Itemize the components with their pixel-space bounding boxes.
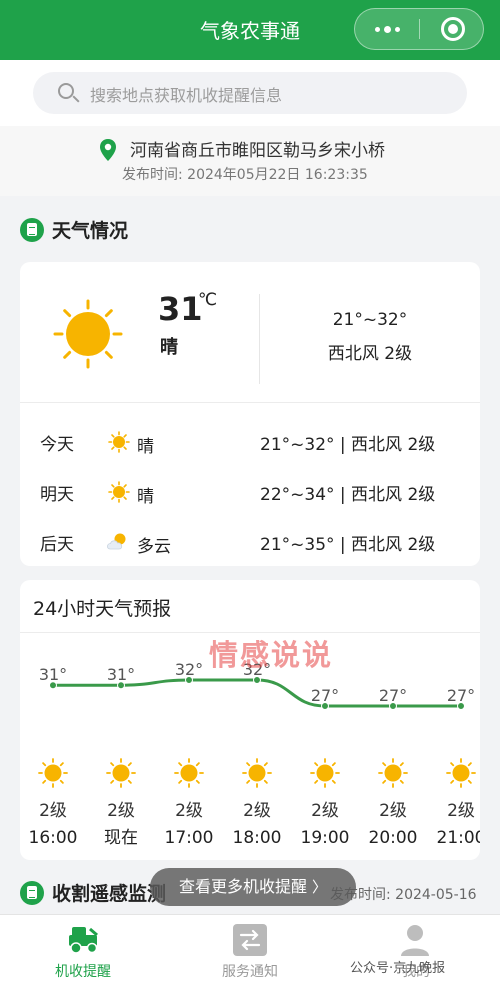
document-icon — [20, 880, 44, 905]
day-summary: 21°~32° | 西北风 2级 — [260, 435, 436, 455]
hourly-forecast-chart: 31°2级16:0031°2级现在32°2级17:0032°2级18:0027°… — [29, 660, 481, 848]
mini-program-capsule — [354, 8, 484, 50]
tab-harvest-reminder[interactable]: 机收提醒 — [23, 915, 143, 986]
capsule-divider — [419, 19, 420, 39]
divider — [20, 402, 480, 403]
publish-time-value: 2024年05月22日 16:23:35 — [187, 167, 368, 183]
close-mini-program-button[interactable] — [441, 17, 465, 41]
sun-icon — [446, 758, 476, 788]
title-bar: 气象农事通 — [0, 0, 500, 60]
day-condition: 晴 — [137, 437, 154, 457]
harvester-icon — [69, 927, 98, 954]
user-icon — [401, 925, 429, 956]
sun-icon — [174, 758, 204, 788]
temperature-label: 31° — [39, 665, 67, 684]
current-condition: 晴 — [160, 337, 178, 358]
wind-label: 2级 — [379, 801, 407, 821]
chevron-right-icon: 〉 — [312, 878, 328, 896]
weather-card: 31 ℃ 晴 21°~32° 西北风 2级 今天 晴 21°~32° | 西北风… — [20, 262, 480, 566]
location-address: 河南省商丘市睢阳区勒马乡宋小桥 — [130, 141, 385, 161]
day-label: 今天 — [40, 435, 74, 455]
hour-label: 19:00 — [301, 828, 350, 848]
swap-icon — [233, 924, 267, 956]
harvest-section-title: 收割遥感监测 — [20, 879, 166, 906]
harvest-date-value: 2024-05-16 — [395, 887, 477, 903]
current-temp-range: 21°~32° — [332, 310, 408, 330]
hour-label: 17:00 — [165, 828, 214, 848]
sun-icon — [53, 299, 123, 369]
harvest-section-label: 收割遥感监测 — [52, 883, 167, 905]
temperature-label: 27° — [311, 686, 339, 705]
wind-label: 2级 — [311, 801, 339, 821]
wind-label: 2级 — [39, 801, 67, 821]
hourly-forecast-card: 24小时天气预报 31° 2级 16:00 31° 2级 现在 32° 2级 17:00 32° 2… — [20, 580, 480, 860]
sun-icon — [108, 481, 130, 503]
temperature-label: 32° — [175, 660, 203, 679]
watermark-text: 情感说说 — [209, 638, 334, 672]
temperature-label: 27° — [447, 686, 475, 705]
view-more-button[interactable]: 查看更多机收提醒 〉 — [150, 868, 356, 906]
tab-label: 机收提醒 — [55, 964, 111, 980]
search-input[interactable]: 搜索地点获取机收提醒信息 — [33, 72, 467, 114]
search-icon — [58, 83, 74, 99]
publish-time: 发布时间: 2024年05月22日 16:23:35 — [122, 164, 368, 184]
hour-label: 18:00 — [233, 828, 282, 848]
wind-label: 2级 — [243, 801, 271, 821]
day-summary: 22°~34° | 西北风 2级 — [260, 485, 436, 505]
more-menu-button[interactable] — [355, 9, 419, 49]
sun-icon — [242, 758, 272, 788]
hour-label: 16:00 — [29, 828, 78, 848]
sun-icon — [310, 758, 340, 788]
weather-section-title: 天气情况 — [20, 216, 128, 243]
temperature-unit: ℃ — [198, 290, 218, 310]
hour-label: 20:00 — [369, 828, 418, 848]
temperature-label: 31° — [107, 665, 135, 684]
publish-time-label: 发布时间: — [122, 167, 183, 183]
day-row-day-after: 后天 多云 21°~35° | 西北风 2级 — [20, 522, 480, 562]
sun-icon — [108, 431, 130, 453]
day-condition: 多云 — [137, 537, 171, 557]
day-label: 明天 — [40, 485, 74, 505]
sun-icon — [106, 758, 136, 788]
tab-label: 服务通知 — [222, 964, 278, 980]
hour-label: 现在 — [104, 828, 138, 848]
day-condition: 晴 — [137, 487, 154, 507]
day-label: 后天 — [40, 535, 74, 555]
view-more-label: 查看更多机收提醒 — [178, 877, 307, 896]
current-temperature: 31 — [158, 290, 203, 328]
footer-watermark: 公众号·京九晚报 — [350, 961, 446, 976]
day-row-tomorrow: 明天 晴 22°~34° | 西北风 2级 — [20, 472, 480, 512]
day-row-today: 今天 晴 21°~32° | 西北风 2级 — [20, 422, 480, 462]
tab-service-notice[interactable]: 服务通知 — [190, 915, 310, 986]
location-info: 河南省商丘市睢阳区勒马乡宋小桥 发布时间: 2024年05月22日 16:23:… — [0, 126, 500, 196]
sun-icon — [38, 758, 68, 788]
document-icon — [20, 217, 44, 242]
wind-label: 2级 — [447, 801, 475, 821]
search-placeholder: 搜索地点获取机收提醒信息 — [90, 86, 283, 105]
weather-section-label: 天气情况 — [52, 220, 129, 242]
temperature-label: 27° — [379, 686, 407, 705]
day-summary: 21°~35° | 西北风 2级 — [260, 535, 436, 555]
sun-icon — [378, 758, 408, 788]
location-pin-icon — [100, 139, 116, 161]
current-wind: 西北风 2级 — [327, 344, 413, 364]
wind-label: 2级 — [107, 801, 135, 821]
hour-label: 21:00 — [437, 828, 481, 848]
wind-label: 2级 — [175, 801, 203, 821]
search-area: 搜索地点获取机收提醒信息 — [0, 60, 500, 126]
partly-cloudy-icon — [107, 533, 126, 550]
